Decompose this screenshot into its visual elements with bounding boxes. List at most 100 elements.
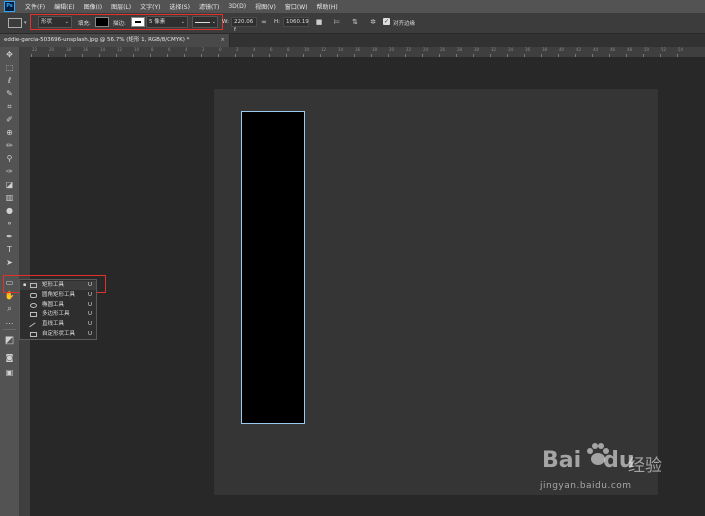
flyout-item[interactable]: 圆角矩形工具 U xyxy=(20,291,96,300)
ruler-tick-label: 22 xyxy=(406,47,412,52)
ruler-tick-label: 16 xyxy=(355,47,361,52)
document-tab-title: eddie-garcia-503696-unsplash.jpg @ 56.7%… xyxy=(4,37,190,43)
eraser-tool-icon[interactable]: ◪ xyxy=(4,179,15,190)
dodge-tool-icon[interactable]: ⚬ xyxy=(4,218,15,229)
menu-filter[interactable]: 滤镜(T) xyxy=(199,2,219,11)
chevron-down-icon: ⌄ xyxy=(64,19,69,25)
color-swatches-icon[interactable]: ◩ xyxy=(4,335,15,346)
move-tool-icon[interactable]: ✥ xyxy=(4,49,15,60)
ruler-tick-label: 18 xyxy=(372,47,378,52)
crop-tool-icon[interactable]: ⌗ xyxy=(4,101,15,112)
blur-tool-icon[interactable]: ● xyxy=(4,205,15,216)
ruler-tick-label: 22 xyxy=(32,47,38,52)
eyedropper-tool-icon[interactable]: ✐ xyxy=(4,114,15,125)
type-tool-icon[interactable]: T xyxy=(4,244,15,255)
quick-select-tool-icon[interactable]: ✎ xyxy=(4,88,15,99)
close-icon[interactable]: × xyxy=(220,34,225,47)
ruler-tick-label: 6 xyxy=(168,47,171,52)
width-field[interactable]: 220.06 f xyxy=(231,17,257,33)
menu-window[interactable]: 窗口(W) xyxy=(285,2,308,11)
flyout-item-shortcut: U xyxy=(87,311,92,318)
flyout-item[interactable]: 多边形工具 U xyxy=(20,310,96,319)
quick-mask-icon[interactable]: ◙ xyxy=(4,352,15,363)
flyout-item[interactable]: 椭圆工具 U xyxy=(20,301,96,310)
photoshop-logo-icon: Ps xyxy=(4,1,15,12)
menu-bar: Ps 文件(F) 编辑(E) 图像(I) 图层(L) 文字(Y) 选择(S) 滤… xyxy=(0,0,705,13)
watermark-text: 经验 xyxy=(628,456,662,476)
selected-bullet-icon: ▪ xyxy=(23,282,27,288)
align-edges-checkbox[interactable]: ✓ xyxy=(383,18,390,25)
document-tab[interactable]: eddie-garcia-503696-unsplash.jpg @ 56.7%… xyxy=(0,34,230,47)
menu-help[interactable]: 帮助(H) xyxy=(317,2,338,11)
flyout-item-shortcut: U xyxy=(87,331,92,337)
menu-image[interactable]: 图像(I) xyxy=(84,2,102,11)
flyout-item[interactable]: ▪ 矩形工具 U xyxy=(20,281,96,290)
rounded-rectangle-icon xyxy=(30,292,37,298)
brush-tool-icon[interactable]: ✏ xyxy=(4,140,15,151)
menu-file[interactable]: 文件(F) xyxy=(25,2,45,11)
gear-icon[interactable]: ✲ xyxy=(369,18,377,26)
flyout-item-shortcut: U xyxy=(87,291,92,298)
zoom-tool-icon[interactable]: ⌕ xyxy=(4,303,15,314)
flyout-item-label: 圆角矩形工具 xyxy=(42,291,76,298)
ruler-tick-label: 34 xyxy=(508,47,514,52)
ruler-tick-label: 38 xyxy=(542,47,548,52)
ellipse-icon xyxy=(30,302,37,308)
document-tab-bar: eddie-garcia-503696-unsplash.jpg @ 56.7%… xyxy=(0,34,705,47)
stroke-type-select[interactable]: ⌄ xyxy=(192,16,218,28)
ruler-tick-label: 42 xyxy=(576,47,582,52)
ruler-corner xyxy=(19,47,30,57)
flyout-item-label: 自定形状工具 xyxy=(42,331,76,337)
chevron-down-icon: ⌄ xyxy=(180,19,185,25)
pen-tool-icon[interactable]: ✒ xyxy=(4,231,15,242)
path-arrangement-icon[interactable]: ⇅ xyxy=(351,18,359,26)
link-icon[interactable]: ∞ xyxy=(260,18,268,26)
ruler-tick-label: 0 xyxy=(219,47,222,52)
tool-preset-icon[interactable] xyxy=(8,18,22,28)
ruler-tick-label: 48 xyxy=(627,47,633,52)
menu-edit[interactable]: 编辑(E) xyxy=(54,2,74,11)
ruler-tick-label: 2 xyxy=(236,47,239,52)
screen-mode-icon[interactable]: ▣ xyxy=(4,367,15,378)
marquee-tool-icon[interactable]: ⬚ xyxy=(4,62,15,73)
flyout-item[interactable]: 自定形状工具 U xyxy=(20,330,96,339)
menu-3d[interactable]: 3D(D) xyxy=(228,3,246,10)
gradient-tool-icon[interactable]: ▥ xyxy=(4,192,15,203)
fill-color-swatch[interactable] xyxy=(95,17,109,27)
polygon-icon xyxy=(30,312,37,318)
ruler-tick-label: 36 xyxy=(525,47,531,52)
menu-select[interactable]: 选择(S) xyxy=(169,2,190,11)
clone-stamp-tool-icon[interactable]: ⚲ xyxy=(4,153,15,164)
menu-layer[interactable]: 图层(L) xyxy=(111,2,131,11)
paw-icon xyxy=(587,443,609,465)
ruler-tick-label: 26 xyxy=(440,47,446,52)
healing-brush-tool-icon[interactable]: ⊕ xyxy=(4,127,15,138)
ruler-tick-label: 24 xyxy=(423,47,429,52)
shape-tools-flyout: ▪ 矩形工具 U 圆角矩形工具 U 椭圆工具 U 多边形工具 U 直线工具 U 自定形状工具 U xyxy=(19,279,97,340)
ruler-tick-label: 16 xyxy=(83,47,89,52)
stroke-label: 描边: xyxy=(113,21,126,27)
path-alignment-icon[interactable]: ⊨ xyxy=(333,18,341,26)
rectangle-shape[interactable] xyxy=(241,111,305,424)
ruler-tick-label: 8 xyxy=(287,47,290,52)
ruler-tick-label: 44 xyxy=(593,47,599,52)
ruler-tick-label: 8 xyxy=(151,47,154,52)
flyout-item[interactable]: 直线工具 U xyxy=(20,320,96,331)
stroke-color-swatch[interactable] xyxy=(131,17,145,27)
path-selection-tool-icon[interactable]: ➤ xyxy=(4,257,15,268)
menu-type[interactable]: 文字(Y) xyxy=(140,2,160,11)
stroke-width-select[interactable]: 5 像素 ⌄ xyxy=(146,16,188,28)
chevron-down-icon[interactable]: ▾ xyxy=(24,20,27,26)
more-tools-icon[interactable]: … xyxy=(4,316,15,327)
height-label: H: xyxy=(274,19,280,25)
height-field[interactable]: 1060.19 xyxy=(283,17,309,27)
path-operations-icon[interactable]: ■ xyxy=(315,18,323,26)
stroke-width-value: 5 像素 xyxy=(149,19,166,25)
fill-label: 填充: xyxy=(78,21,91,27)
flyout-item-shortcut: U xyxy=(87,301,92,308)
history-brush-tool-icon[interactable]: ✑ xyxy=(4,166,15,177)
lasso-tool-icon[interactable]: ℓ xyxy=(4,75,15,86)
tool-mode-select[interactable]: 形状 ⌄ xyxy=(38,16,72,28)
menu-view[interactable]: 视图(V) xyxy=(255,2,276,11)
ruler-tick-label: 10 xyxy=(304,47,310,52)
